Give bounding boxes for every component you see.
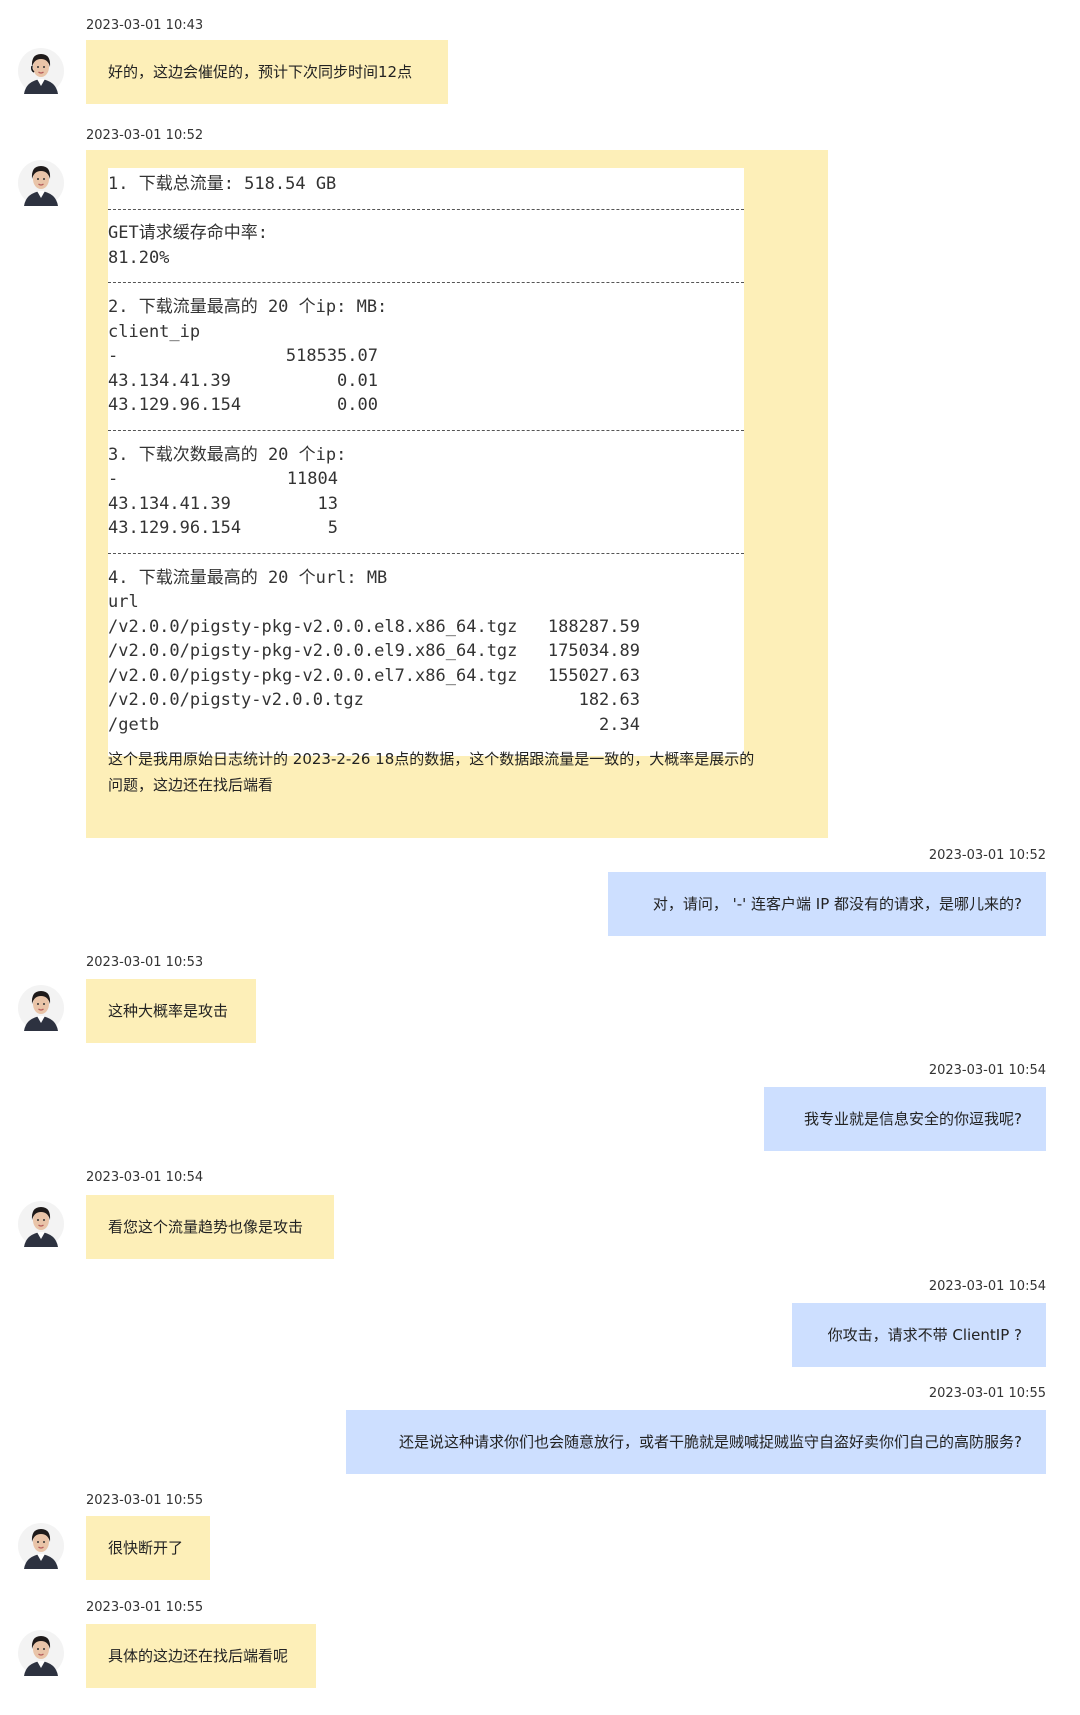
report-section-title: 3. 下载次数最高的 20 个ip: bbox=[108, 444, 347, 465]
message-timestamp: 2023-03-01 10:54 bbox=[86, 1170, 204, 1185]
message-timestamp: 2023-03-01 10:43 bbox=[86, 18, 204, 33]
report-row-value: 0.00 bbox=[337, 395, 378, 416]
report-row-key: 43.134.41.39 bbox=[108, 493, 231, 514]
message-timestamp: 2023-03-01 10:52 bbox=[928, 848, 1046, 863]
message-timestamp: 2023-03-01 10:55 bbox=[928, 1386, 1046, 1401]
report-row-value: 175034.89 bbox=[547, 641, 640, 662]
report-row: /getb 2.34 bbox=[108, 713, 744, 738]
dashed-divider bbox=[108, 270, 744, 295]
message-text: 看您这个流量趋势也像是攻击 bbox=[108, 1218, 304, 1236]
report-column-header: client_ip bbox=[108, 321, 201, 342]
agent-message-bubble: 看您这个流量趋势也像是攻击 bbox=[86, 1195, 334, 1259]
message-timestamp: 2023-03-01 10:53 bbox=[86, 955, 204, 970]
message-text: 我专业就是信息安全的你逗我呢? bbox=[804, 1110, 1022, 1128]
report-row-value: 5 bbox=[327, 518, 338, 539]
message-text-line: 这个是我用原始日志统计的 2023-2-26 18点的数据，这个数据跟流量是一致… bbox=[108, 750, 755, 768]
agent-avatar[interactable] bbox=[18, 1201, 64, 1247]
agent-message-bubble: 很快断开了 bbox=[86, 1516, 210, 1580]
report-value: 81.20% bbox=[108, 247, 170, 268]
log-statistics-report: 1. 下载总流量: 518.54 GB GET请求缓存命中率: 81.20% 2… bbox=[108, 168, 744, 756]
message-timestamp: 2023-03-01 10:55 bbox=[86, 1493, 204, 1508]
dashed-divider bbox=[108, 418, 744, 443]
report-row: 43.129.96.154 5 bbox=[108, 516, 744, 541]
report-row-key: - bbox=[108, 469, 119, 490]
report-label: GET请求缓存命中率: bbox=[108, 223, 268, 244]
report-row: 43.134.41.39 13 bbox=[108, 492, 744, 517]
report-row-key: /v2.0.0/pigsty-pkg-v2.0.0.el7.x86_64.tgz bbox=[108, 665, 518, 686]
message-text: 这种大概率是攻击 bbox=[108, 1002, 229, 1020]
message-timestamp: 2023-03-01 10:54 bbox=[928, 1063, 1046, 1078]
report-row-key: /v2.0.0/pigsty-pkg-v2.0.0.el9.x86_64.tgz bbox=[108, 641, 518, 662]
dashed-divider bbox=[108, 541, 744, 566]
report-column-header: url bbox=[108, 592, 139, 613]
user-message-bubble: 对，请问， '-' 连客户端 IP 都没有的请求，是哪儿来的? bbox=[608, 872, 1046, 936]
report-row-value: 13 bbox=[317, 493, 338, 514]
agent-avatar[interactable] bbox=[18, 985, 64, 1031]
report-row-key: /v2.0.0/pigsty-v2.0.0.tgz bbox=[108, 690, 364, 711]
message-text: 很快断开了 bbox=[108, 1539, 184, 1557]
report-row: /v2.0.0/pigsty-v2.0.0.tgz 182.63 bbox=[108, 688, 744, 713]
report-row: /v2.0.0/pigsty-pkg-v2.0.0.el7.x86_64.tgz… bbox=[108, 664, 744, 689]
report-row-value: 11804 bbox=[286, 469, 338, 490]
report-row-value: 188287.59 bbox=[547, 616, 640, 637]
report-row: /v2.0.0/pigsty-pkg-v2.0.0.el8.x86_64.tgz… bbox=[108, 615, 744, 640]
report-row-value: 0.01 bbox=[337, 370, 378, 391]
agent-avatar[interactable] bbox=[18, 48, 64, 94]
agent-avatar[interactable] bbox=[18, 1630, 64, 1676]
report-row-key: - bbox=[108, 346, 119, 367]
agent-avatar[interactable] bbox=[18, 1523, 64, 1569]
report-section-title: 4. 下载流量最高的 20 个url: MB bbox=[108, 567, 388, 588]
report-row: /v2.0.0/pigsty-pkg-v2.0.0.el9.x86_64.tgz… bbox=[108, 639, 744, 664]
agent-message-bubble: 好的，这边会催促的，预计下次同步时间12点 bbox=[86, 40, 448, 104]
message-timestamp: 2023-03-01 10:52 bbox=[86, 128, 204, 143]
report-row: - 518535.07 bbox=[108, 344, 744, 369]
report-row-value: 182.63 bbox=[578, 690, 640, 711]
message-text: 还是说这种请求你们也会随意放行，或者干脆就是贼喊捉贼监守自盗好卖你们自己的高防服… bbox=[399, 1433, 1022, 1451]
message-text: 具体的这边还在找后端看呢 bbox=[108, 1647, 289, 1665]
agent-message-bubble: 具体的这边还在找后端看呢 bbox=[86, 1624, 316, 1688]
dashed-divider bbox=[108, 197, 744, 222]
report-section-title: 1. 下载总流量: 518.54 GB bbox=[108, 174, 337, 194]
agent-report-bubble: 1. 下载总流量: 518.54 GB GET请求缓存命中率: 81.20% 2… bbox=[86, 150, 828, 838]
report-row-value: 518535.07 bbox=[285, 346, 378, 367]
message-text: 你攻击，请求不带 ClientIP ? bbox=[827, 1326, 1022, 1344]
agent-avatar[interactable] bbox=[18, 160, 64, 206]
report-row-key: 43.129.96.154 bbox=[108, 518, 242, 539]
report-row: - 11804 bbox=[108, 467, 744, 492]
report-section-title: 2. 下载流量最高的 20 个ip: MB: bbox=[108, 296, 388, 317]
report-row-key: /v2.0.0/pigsty-pkg-v2.0.0.el8.x86_64.tgz bbox=[108, 616, 518, 637]
message-timestamp: 2023-03-01 10:55 bbox=[86, 1600, 204, 1615]
report-row-key: 43.134.41.39 bbox=[108, 370, 231, 391]
message-text: 对，请问， '-' 连客户端 IP 都没有的请求，是哪儿来的? bbox=[652, 895, 1022, 913]
message-timestamp: 2023-03-01 10:54 bbox=[928, 1279, 1046, 1294]
report-row-key: /getb bbox=[108, 715, 160, 736]
report-row: 43.134.41.39 0.01 bbox=[108, 369, 744, 394]
user-message-bubble: 我专业就是信息安全的你逗我呢? bbox=[764, 1087, 1046, 1151]
report-row-key: 43.129.96.154 bbox=[108, 395, 242, 416]
report-row-value: 2.34 bbox=[599, 715, 640, 736]
report-caption: 这个是我用原始日志统计的 2023-2-26 18点的数据，这个数据跟流量是一致… bbox=[108, 746, 754, 798]
report-row: 43.129.96.154 0.00 bbox=[108, 393, 744, 418]
user-message-bubble: 你攻击，请求不带 ClientIP ? bbox=[792, 1303, 1046, 1367]
user-message-bubble: 还是说这种请求你们也会随意放行，或者干脆就是贼喊捉贼监守自盗好卖你们自己的高防服… bbox=[346, 1410, 1046, 1474]
report-row-value: 155027.63 bbox=[547, 665, 640, 686]
message-text: 好的，这边会催促的，预计下次同步时间12点 bbox=[108, 63, 413, 81]
message-text-line: 问题，这边还在找后端看 bbox=[108, 776, 274, 794]
agent-message-bubble: 这种大概率是攻击 bbox=[86, 979, 256, 1043]
